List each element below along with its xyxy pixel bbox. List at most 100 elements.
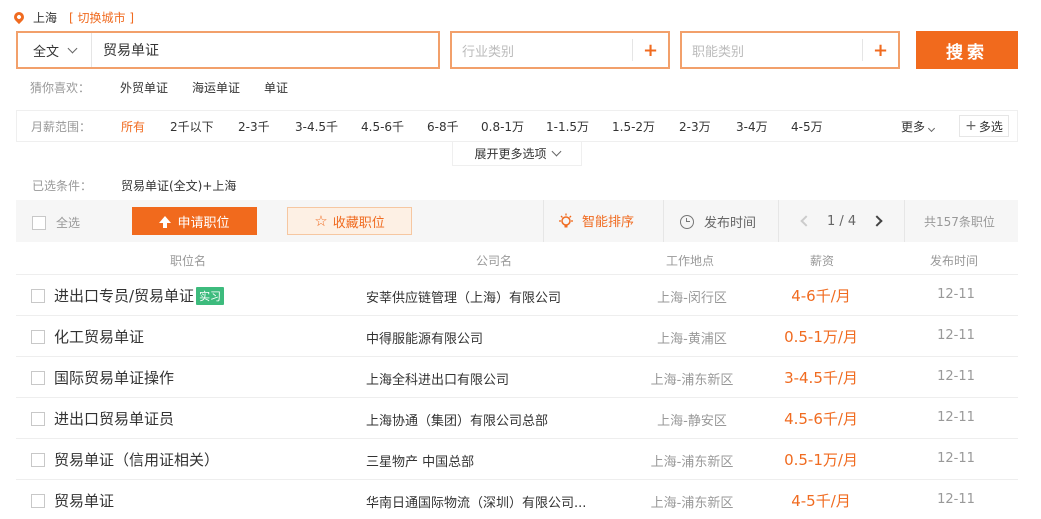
salary-option[interactable]: 3-4.5千 — [295, 118, 361, 135]
job-location: 上海-静安区 — [657, 414, 727, 429]
pagination: 1 / 4 — [794, 210, 889, 232]
job-date: 12-11 — [937, 287, 975, 302]
next-page-button[interactable] — [869, 210, 889, 232]
industry-category-field[interactable]: 行业类别 + — [450, 31, 670, 69]
results-toolbar: 全选 申请职位 ☆ 收藏职位 智能排序 发布时间 1 / 4 共157条职位 — [16, 200, 1018, 242]
job-title-link[interactable]: 贸易单证 — [54, 490, 114, 511]
salary-option[interactable]: 0.8-1万 — [481, 118, 546, 135]
table-header: 职位名 公司名 工作地点 薪资 发布时间 — [16, 244, 1018, 274]
table-row: 化工贸易单证 中得服能源有限公司 上海-黄浦区 0.5-1万/月 12-11 — [16, 315, 1018, 356]
expand-more-options[interactable]: 展开更多选项 — [452, 142, 582, 166]
job-date: 12-11 — [937, 492, 975, 507]
more-label: 更多 — [901, 120, 926, 134]
salary-filter: 月薪范围： 所有 2千以下 2-3千 3-4.5千 4.5-6千 6-8千 0.… — [16, 110, 1018, 142]
salary-option-all[interactable]: 所有 — [121, 118, 170, 135]
search-button[interactable]: 搜索 — [916, 31, 1018, 69]
row-checkbox[interactable] — [31, 289, 45, 303]
expand-label: 展开更多选项 — [474, 147, 547, 161]
row-checkbox[interactable] — [31, 412, 45, 426]
divider — [663, 200, 664, 242]
switch-city-link[interactable]: [ 切换城市 ] — [69, 9, 134, 26]
job-salary: 4-5千/月 — [791, 492, 851, 510]
salary-option[interactable]: 6-8千 — [427, 118, 481, 135]
col-job-title: 职位名 — [170, 254, 207, 268]
internship-tag: 实习 — [196, 286, 225, 305]
col-company: 公司名 — [476, 254, 513, 268]
company-link[interactable]: 安莘供应链管理（上海）有限公司 — [366, 287, 561, 306]
search-scope-select[interactable]: 全文 — [18, 33, 92, 67]
keyword-search-box: 全文 — [16, 31, 440, 69]
plus-icon: + — [965, 118, 977, 134]
table-row: 国际贸易单证操作 上海全科进出口有限公司 上海-浦东新区 3-4.5千/月 12… — [16, 356, 1018, 397]
apply-arrow-icon — [159, 215, 172, 228]
search-scope-label: 全文 — [32, 44, 59, 60]
salary-option[interactable]: 4.5-6千 — [361, 118, 427, 135]
job-location: 上海-浦东新区 — [650, 373, 734, 388]
company-link[interactable]: 华南日通国际物流（深圳）有限公司... — [366, 492, 586, 511]
salary-option[interactable]: 2-3千 — [238, 118, 295, 135]
star-icon: ☆ — [314, 213, 328, 230]
col-location: 工作地点 — [666, 254, 715, 268]
table-row: 贸易单证 华南日通国际物流（深圳）有限公司... 上海-浦东新区 4-5千/月 … — [16, 479, 1018, 519]
salary-option[interactable]: 1-1.5万 — [546, 118, 612, 135]
favorite-job-button[interactable]: ☆ 收藏职位 — [287, 207, 412, 235]
job-salary: 4-6千/月 — [791, 287, 851, 305]
job-date: 12-11 — [937, 369, 975, 384]
function-add-icon[interactable]: + — [862, 39, 898, 61]
job-title-link[interactable]: 进出口专员/贸易单证 实习 — [54, 285, 225, 306]
job-location: 上海-浦东新区 — [650, 496, 734, 511]
guess-keyword[interactable]: 外贸单证 — [120, 79, 168, 96]
smart-sort-button[interactable]: 智能排序 — [558, 211, 634, 230]
prev-page-button[interactable] — [794, 210, 814, 232]
job-date: 12-11 — [937, 451, 975, 466]
salary-option[interactable]: 1.5-2万 — [612, 118, 679, 135]
guess-label: 猜你喜欢： — [30, 80, 91, 95]
guess-keyword[interactable]: 海运单证 — [192, 79, 240, 96]
select-all-checkbox[interactable]: 全选 — [32, 214, 80, 231]
job-title-link[interactable]: 进出口贸易单证员 — [54, 408, 174, 429]
table-row: 进出口贸易单证员 上海协通（集团）有限公司总部 上海-静安区 4.5-6千/月 … — [16, 397, 1018, 438]
row-checkbox[interactable] — [31, 371, 45, 385]
row-checkbox[interactable] — [31, 453, 45, 467]
divider — [904, 200, 905, 242]
job-location: 上海-浦东新区 — [650, 455, 734, 470]
job-location: 上海-闵行区 — [657, 291, 727, 306]
salary-more-toggle[interactable]: 更多 — [901, 118, 936, 135]
company-link[interactable]: 上海协通（集团）有限公司总部 — [366, 410, 548, 429]
industry-placeholder: 行业类别 — [462, 44, 515, 60]
company-link[interactable]: 中得服能源有限公司 — [366, 328, 483, 347]
multi-select-button[interactable]: + 多选 — [959, 115, 1009, 137]
job-title-link[interactable]: 贸易单证（信用证相关） — [54, 449, 219, 470]
guess-you-like: 猜你喜欢： 外贸单证 海运单证 单证 — [30, 78, 312, 96]
apply-label: 申请职位 — [177, 214, 230, 230]
salary-option[interactable]: 2千以下 — [170, 118, 238, 135]
job-salary: 0.5-1万/月 — [784, 451, 858, 469]
row-checkbox[interactable] — [31, 330, 45, 344]
job-list: 进出口专员/贸易单证 实习 安莘供应链管理（上海）有限公司 上海-闵行区 4-6千… — [16, 274, 1018, 519]
job-location: 上海-黄浦区 — [657, 332, 727, 347]
guess-keyword[interactable]: 单证 — [264, 79, 288, 96]
salary-option[interactable]: 2-3万 — [679, 118, 736, 135]
search-input[interactable] — [92, 33, 438, 67]
sort-by-time-button[interactable]: 发布时间 — [680, 212, 756, 231]
company-link[interactable]: 上海全科进出口有限公司 — [366, 369, 509, 388]
salary-option[interactable]: 3-4万 — [736, 118, 791, 135]
multi-select-label: 多选 — [978, 119, 1003, 134]
col-salary: 薪资 — [810, 254, 835, 268]
clock-icon — [680, 214, 694, 229]
col-date: 发布时间 — [930, 254, 979, 268]
selected-conditions-value: 贸易单证(全文)+上海 — [121, 178, 237, 193]
location-pin-icon — [11, 9, 27, 25]
salary-option[interactable]: 4-5万 — [791, 118, 841, 135]
job-title-link[interactable]: 化工贸易单证 — [54, 326, 144, 347]
company-link[interactable]: 三星物产 中国总部 — [366, 451, 474, 470]
checkbox-icon — [32, 215, 46, 230]
row-checkbox[interactable] — [31, 494, 45, 508]
job-salary: 3-4.5千/月 — [784, 369, 858, 387]
function-category-field[interactable]: 职能类别 + — [680, 31, 900, 69]
chevron-down-icon — [551, 146, 561, 157]
job-title-link[interactable]: 国际贸易单证操作 — [54, 367, 174, 388]
industry-add-icon[interactable]: + — [632, 39, 668, 61]
chevron-down-icon — [67, 43, 78, 53]
apply-job-button[interactable]: 申请职位 — [132, 207, 257, 235]
